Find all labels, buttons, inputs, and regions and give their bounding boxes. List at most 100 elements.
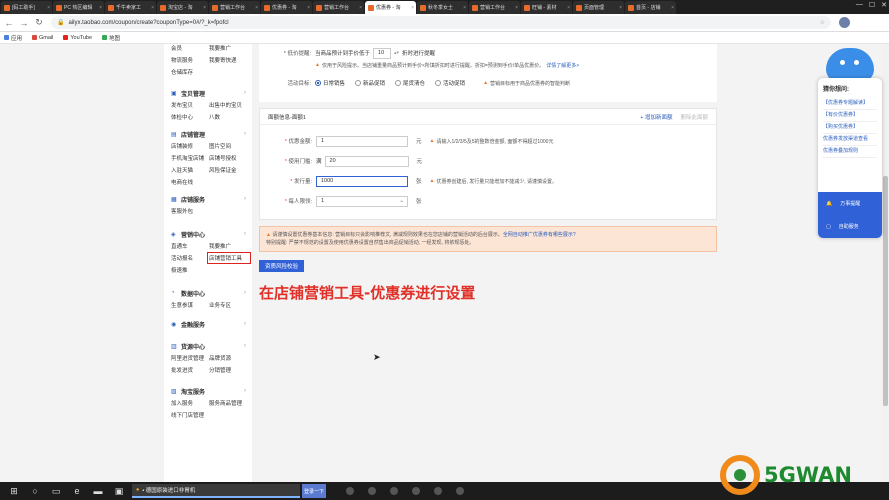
tab-close-icon[interactable]: × xyxy=(47,5,50,11)
app-icon[interactable] xyxy=(390,487,398,495)
sidebar-item[interactable]: 业务专区 xyxy=(209,301,249,309)
sidebar-item[interactable]: 发布宝贝 xyxy=(171,101,209,109)
sidebar-item[interactable]: 出售中的宝贝 xyxy=(209,101,249,109)
sidebar-item[interactable]: 电商在线 xyxy=(171,178,209,186)
maximize-icon[interactable]: ☐ xyxy=(869,1,875,9)
sidebar-item[interactable]: 线下门店管理 xyxy=(171,411,209,419)
bookmark-gmail[interactable]: Gmail xyxy=(32,35,53,41)
reload-icon[interactable]: ↻ xyxy=(33,17,45,28)
add-face-value-link[interactable]: + 增加新面额 xyxy=(640,113,672,121)
browser-tab[interactable]: 优惠券 - 淘 × xyxy=(365,1,416,14)
sidebar-item[interactable]: 入驻天猫 xyxy=(171,166,209,174)
faq-link[interactable]: 优惠券发放渠道查看 xyxy=(823,134,877,146)
edge-icon[interactable]: e xyxy=(70,485,84,497)
scrollbar-thumb[interactable] xyxy=(883,176,888,406)
sidebar-item[interactable]: 直通车 xyxy=(171,242,209,250)
radio-daily-sales[interactable]: 日常销售 xyxy=(315,79,345,87)
tab-close-icon[interactable]: × xyxy=(99,5,102,11)
faq-link[interactable]: 【购买优惠券】 xyxy=(823,122,877,134)
sidebar-group-goods[interactable]: ▣ 宝贝管理 › xyxy=(171,88,252,98)
back-icon[interactable]: ← xyxy=(3,18,15,28)
tab-close-icon[interactable]: × xyxy=(515,5,518,11)
app-icon[interactable] xyxy=(434,487,442,495)
faq-link[interactable]: 【有价优惠券】 xyxy=(823,110,877,122)
app-icon[interactable] xyxy=(346,487,354,495)
sidebar-item[interactable]: 物流服务 xyxy=(171,56,209,64)
tab-close-icon[interactable]: × xyxy=(671,5,674,11)
faq-link[interactable]: 【优惠券专题解读】 xyxy=(823,98,877,110)
search-icon[interactable]: ○ xyxy=(28,485,42,497)
self-service-button[interactable]: ▢ 自助服务 xyxy=(818,215,882,238)
sidebar-item[interactable]: 批发进货 xyxy=(171,366,209,374)
sidebar-item[interactable]: 极速推 xyxy=(171,266,209,274)
taskbar-app-chrome[interactable]: ● • 德国原装进口非胃机 xyxy=(132,484,300,498)
sidebar-item[interactable]: 品牌货源 xyxy=(209,354,249,362)
tab-close-icon[interactable]: × xyxy=(463,5,466,11)
taskbar-app-2[interactable]: 登录一下 xyxy=(302,484,326,498)
sidebar-item[interactable]: 体检中心 xyxy=(171,113,209,121)
sidebar-item[interactable]: 加入服务 xyxy=(171,399,209,407)
risk-detail-link[interactable]: 详情了解更多> xyxy=(546,62,579,69)
sidebar-item[interactable]: 分销管理 xyxy=(209,366,249,374)
tab-close-icon[interactable]: × xyxy=(151,5,154,11)
store-icon[interactable]: ▣ xyxy=(112,485,126,497)
faq-link[interactable]: 优惠券叠加规则 xyxy=(823,146,877,158)
amount-input[interactable]: 1 xyxy=(316,135,408,147)
sidebar-group-finance[interactable]: ◉ 金融服务 › xyxy=(171,319,252,329)
browser-tab[interactable]: 淘宝店 - 淘 × xyxy=(157,1,208,14)
sidebar-group-taobao-service[interactable]: ▧ 淘宝服务 › xyxy=(171,386,252,396)
browser-tab[interactable]: 营销工作台 × xyxy=(313,1,364,14)
price-alert-input[interactable]: 10 xyxy=(373,47,392,59)
threshold-input[interactable]: 20 xyxy=(324,155,409,167)
stepper-icon[interactable]: ▴▾ xyxy=(394,50,399,56)
sidebar-group-sourcing[interactable]: ▥ 货源中心 › xyxy=(171,341,252,351)
sidebar-item[interactable]: 生意参谋 xyxy=(171,301,209,309)
sidebar-item[interactable]: 风险保证金 xyxy=(209,166,249,174)
browser-tab[interactable]: 营销工作台 × xyxy=(469,1,520,14)
app-icon[interactable] xyxy=(412,487,420,495)
browser-tab[interactable]: PC 热区编辑 × xyxy=(53,1,104,14)
browser-tab[interactable]: 营销工作台 × xyxy=(209,1,260,14)
sidebar-item[interactable]: 我要推广 xyxy=(209,44,249,52)
limit-select[interactable]: 1 ⌄ xyxy=(316,195,408,207)
browser-tab[interactable]: [码工助手] × xyxy=(1,1,52,14)
sidebar-item[interactable]: 阿里进货管理 xyxy=(171,354,209,362)
sidebar-item[interactable]: 客服外包 xyxy=(171,207,209,215)
sidebar-item[interactable]: 八数 xyxy=(209,113,249,121)
app-icon[interactable] xyxy=(456,487,464,495)
notice-link[interactable]: 全网自动推广优惠券有哪些展示? xyxy=(503,232,576,238)
task-view-icon[interactable]: ▭ xyxy=(49,485,63,497)
issue-quantity-input[interactable]: 1000 xyxy=(316,175,408,187)
sidebar-item[interactable]: 店铺号授权 xyxy=(209,154,249,162)
mascot-icon[interactable] xyxy=(826,48,874,82)
tab-close-icon[interactable]: × xyxy=(255,5,258,11)
sidebar-item[interactable]: 图片空间 xyxy=(209,142,249,150)
sidebar-item[interactable]: 仓储库存 xyxy=(171,68,209,76)
bookmark-apps[interactable]: 应用 xyxy=(4,34,22,42)
browser-tab[interactable]: 旺铺 - 素材 × xyxy=(521,1,572,14)
url-input[interactable]: 🔒 ailyx.taobao.com/coupon/create?couponT… xyxy=(51,16,831,29)
reminder-button[interactable]: 🔔 万事提醒 xyxy=(818,192,882,215)
sidebar-group-marketing[interactable]: ◈ 营销中心 › xyxy=(171,229,252,239)
folder-icon[interactable]: ▬ xyxy=(91,485,105,497)
risk-check-button[interactable]: 资质风险校验 xyxy=(259,260,305,272)
bookmark-maps[interactable]: 地图 xyxy=(102,34,120,42)
tab-close-icon[interactable]: × xyxy=(411,5,414,11)
close-icon[interactable]: ✕ xyxy=(881,1,887,9)
forward-icon[interactable]: → xyxy=(18,18,30,28)
sidebar-item[interactable]: 服务商品管理 xyxy=(209,399,249,407)
sidebar-group-store-service[interactable]: ▦ 店铺服务 › xyxy=(171,194,252,204)
radio-new-product[interactable]: 新品促销 xyxy=(355,79,385,87)
sidebar-group-store[interactable]: ▤ 店铺管理 › xyxy=(171,129,252,139)
app-icon[interactable] xyxy=(368,487,376,495)
browser-tab[interactable]: 秋冬季女士 × xyxy=(417,1,468,14)
minimize-icon[interactable]: — xyxy=(856,1,863,9)
delete-face-value-link[interactable]: 删除此面额 xyxy=(680,113,708,121)
windows-start-icon[interactable]: ⊞ xyxy=(7,485,21,497)
tab-close-icon[interactable]: × xyxy=(203,5,206,11)
page-scrollbar[interactable] xyxy=(882,44,889,482)
sidebar-item[interactable]: 店铺装修 xyxy=(171,142,209,150)
radio-event-promo[interactable]: 活动促销 xyxy=(435,79,465,87)
sidebar-item[interactable]: 会员 xyxy=(171,44,209,52)
tab-close-icon[interactable]: × xyxy=(567,5,570,11)
